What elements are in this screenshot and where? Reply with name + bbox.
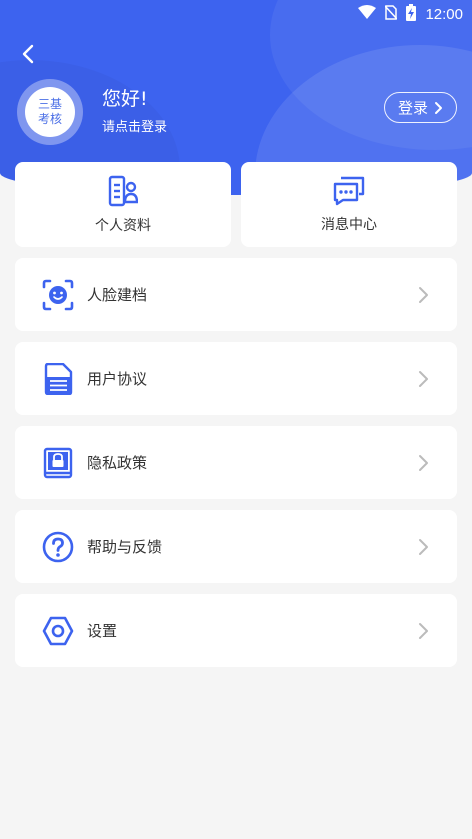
chevron-right-icon <box>435 101 442 114</box>
menu-item-face-registration[interactable]: 人脸建档 <box>15 258 457 331</box>
chevron-right-icon <box>419 370 428 387</box>
menu-item-label: 隐私政策 <box>87 454 148 472</box>
login-button[interactable]: 登录 <box>384 92 457 123</box>
chevron-right-icon <box>419 454 428 471</box>
chevron-right-icon <box>419 286 428 303</box>
menu-item-label: 用户协议 <box>87 370 148 388</box>
avatar[interactable]: 三基 考核 <box>17 79 83 145</box>
status-bar: 12:00 <box>0 0 472 28</box>
no-sim-icon <box>384 4 399 24</box>
profile-card[interactable]: 个人资料 <box>15 162 231 247</box>
status-time: 12:00 <box>425 5 463 23</box>
menu-item-privacy-policy[interactable]: 隐私政策 <box>15 426 457 499</box>
chevron-right-icon <box>419 622 428 639</box>
face-scan-icon <box>41 278 75 312</box>
settings-icon <box>41 614 75 648</box>
menu-item-help-feedback[interactable]: 帮助与反馈 <box>15 510 457 583</box>
back-button[interactable] <box>14 40 42 68</box>
message-center-card[interactable]: 消息中心 <box>241 162 457 247</box>
menu-item-label: 人脸建档 <box>87 286 148 304</box>
avatar-text-line1: 三基 <box>37 97 62 111</box>
chevron-right-icon <box>419 538 428 555</box>
login-button-label: 登录 <box>397 99 428 117</box>
profile-card-label: 个人资料 <box>95 217 151 234</box>
menu-item-label: 帮助与反馈 <box>87 538 163 556</box>
privacy-lock-icon <box>41 446 75 480</box>
greeting-text: 您好! <box>102 88 148 110</box>
login-tip-text[interactable]: 请点击登录 <box>102 116 167 135</box>
wifi-icon <box>358 5 377 23</box>
menu-item-user-agreement[interactable]: 用户协议 <box>15 342 457 415</box>
message-center-card-label: 消息中心 <box>321 216 377 233</box>
profile-icon <box>108 175 138 206</box>
back-arrow-icon <box>22 44 34 64</box>
message-icon <box>333 176 365 205</box>
help-icon <box>41 530 75 564</box>
menu-item-label: 设置 <box>87 622 118 640</box>
document-icon <box>41 362 75 396</box>
avatar-logo: 三基 考核 <box>25 87 75 137</box>
avatar-text-line2: 考核 <box>37 112 62 126</box>
menu-item-settings[interactable]: 设置 <box>15 594 457 667</box>
battery-charging-icon <box>406 3 417 25</box>
